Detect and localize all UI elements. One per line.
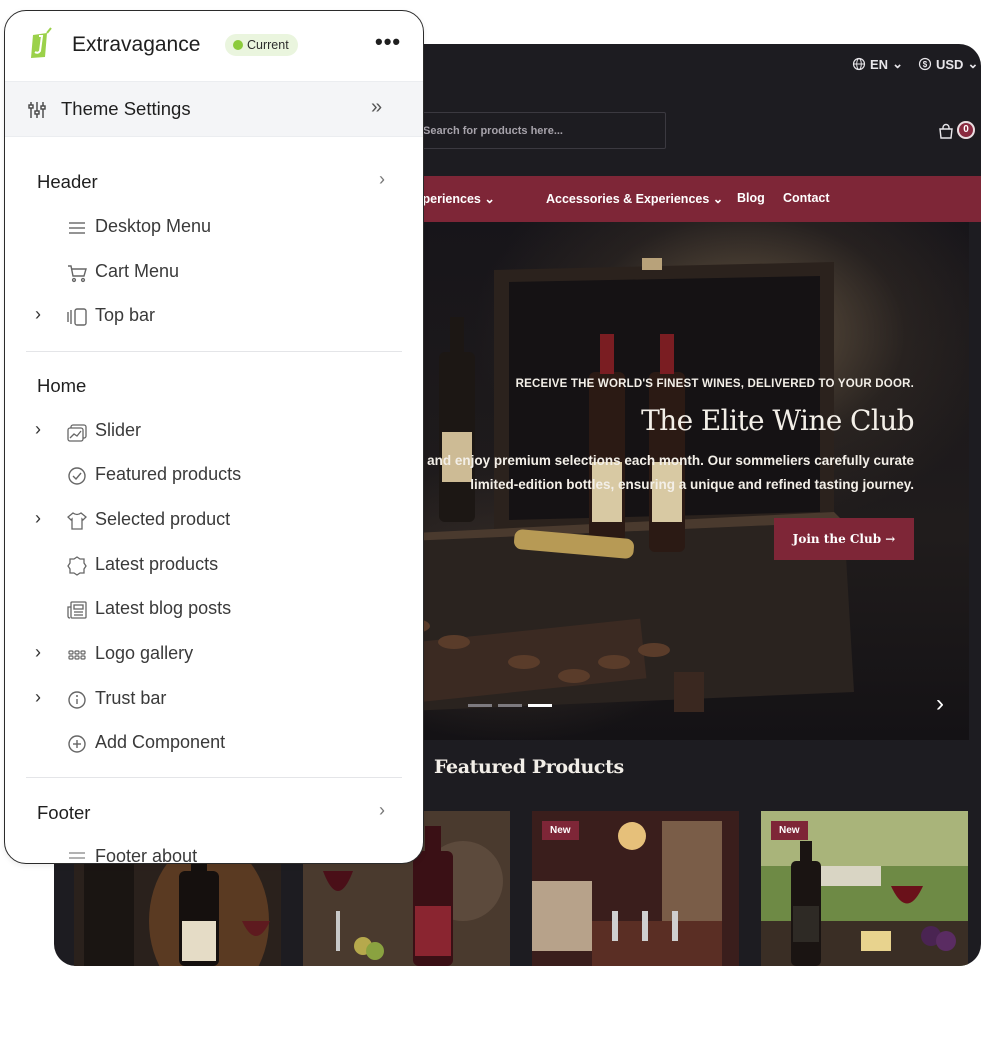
- slider-dots: [468, 704, 552, 707]
- menu-item-latest-products[interactable]: Latest products: [5, 545, 423, 585]
- menu-item-label: Trust bar: [95, 688, 167, 708]
- nav-item-blog[interactable]: Blog: [737, 191, 765, 205]
- menu-item-trust-bar[interactable]: › Trust bar: [5, 679, 423, 719]
- expand-chevron-icon[interactable]: ›: [35, 419, 51, 440]
- theme-settings-bar[interactable]: Theme Settings »: [5, 81, 423, 137]
- slider-dot-active[interactable]: [528, 704, 552, 707]
- expand-chevron-icon[interactable]: ›: [35, 642, 51, 663]
- section-header-title[interactable]: Header: [37, 171, 98, 193]
- slider-dot[interactable]: [498, 704, 522, 707]
- language-label: EN: [870, 56, 889, 72]
- menu-item-label: Selected product: [95, 509, 231, 529]
- add-component-button[interactable]: Add Component: [5, 723, 423, 763]
- menu-item-selected-product[interactable]: › Selected product: [5, 500, 423, 540]
- menu-item-featured-products[interactable]: Featured products: [5, 455, 423, 495]
- cart-icon: [68, 265, 87, 283]
- theme-settings-label: Theme Settings: [61, 98, 191, 119]
- svg-text:$: $: [923, 60, 928, 69]
- chevron-right-icon[interactable]: ›: [379, 800, 385, 821]
- hero-description: Join and enjoy premium selections each m…: [354, 449, 914, 497]
- menu-item-footer-about[interactable]: Footer about: [5, 837, 423, 864]
- nav-item-contact[interactable]: Contact: [783, 191, 830, 205]
- grid-icon: [68, 650, 86, 660]
- hero-description-line-1: Join and enjoy premium selections each m…: [395, 453, 914, 468]
- menu-item-label: Latest products: [95, 554, 219, 574]
- chevron-right-icon[interactable]: ›: [936, 690, 944, 718]
- newspaper-icon: [67, 601, 87, 619]
- expand-chevron-icon[interactable]: ›: [35, 687, 51, 708]
- panel-header: Extravagance Current •••: [5, 11, 423, 81]
- menu-item-label: Top bar: [95, 305, 156, 325]
- double-chevron-right-icon[interactable]: »: [371, 96, 382, 119]
- hero-description-line-2: limited-edition bottles, ensuring a uniq…: [470, 477, 914, 492]
- menu-item-label: Logo gallery: [95, 643, 194, 663]
- shirt-icon: [67, 512, 87, 530]
- menu-icon: [69, 852, 85, 859]
- menu-item-slider[interactable]: › Slider: [5, 411, 423, 451]
- join-club-button[interactable]: Join the Club →: [774, 518, 914, 560]
- section-footer-title[interactable]: Footer: [37, 802, 90, 824]
- menu-icon: [69, 222, 85, 234]
- chevron-right-icon[interactable]: ›: [379, 169, 385, 190]
- app-name: Extravagance: [72, 33, 201, 56]
- sliders-icon: [28, 102, 46, 118]
- menu-item-top-bar[interactable]: › Top bar: [5, 296, 423, 336]
- divider: [26, 351, 402, 352]
- menu-item-label: Featured products: [95, 464, 242, 484]
- currency-label: USD: [936, 56, 964, 72]
- menu-item-desktop-menu[interactable]: Desktop Menu: [5, 207, 423, 247]
- image-icon: [67, 424, 87, 442]
- product-card[interactable]: New: [761, 811, 968, 966]
- currency-selector[interactable]: $ USD ⌄: [918, 56, 978, 72]
- divider: [26, 777, 402, 778]
- new-badge: New: [542, 821, 579, 840]
- more-options-icon[interactable]: •••: [375, 29, 401, 55]
- badge-icon: [67, 556, 87, 576]
- expand-chevron-icon[interactable]: ›: [35, 508, 51, 529]
- cart-button[interactable]: 0: [937, 121, 977, 143]
- info-icon: [68, 691, 86, 709]
- menu-item-label: Add Component: [95, 732, 226, 752]
- check-circle-icon: [68, 467, 86, 485]
- menu-item-logo-gallery[interactable]: › Logo gallery: [5, 634, 423, 674]
- language-selector[interactable]: EN ⌄: [852, 56, 903, 72]
- section-home-title[interactable]: Home: [37, 375, 86, 397]
- expand-chevron-icon[interactable]: ›: [35, 304, 51, 325]
- menu-item-label: Cart Menu: [95, 261, 180, 281]
- slider-dot[interactable]: [468, 704, 492, 707]
- menu-item-label: Slider: [95, 420, 142, 440]
- menu-item-cart-menu[interactable]: Cart Menu: [5, 252, 423, 292]
- chevron-down-icon: ⌄: [967, 56, 979, 71]
- hero-kicker: RECEIVE THE WORLD'S FINEST WINES, DELIVE…: [515, 378, 914, 390]
- theme-editor-panel: Extravagance Current ••• Theme Settings …: [4, 10, 424, 864]
- globe-icon: [852, 57, 866, 71]
- menu-item-label: Latest blog posts: [95, 598, 232, 618]
- top-bar-icon: [67, 308, 87, 326]
- status-badge: Current: [225, 34, 298, 56]
- app-logo-icon: [31, 27, 52, 58]
- nav-item-accessories[interactable]: Accessories & Experiences ⌄: [546, 191, 723, 206]
- hero-title: The Elite Wine Club: [641, 404, 915, 437]
- featured-products-title: Featured Products: [434, 756, 624, 778]
- currency-icon: $: [918, 57, 932, 71]
- menu-item-label: Desktop Menu: [95, 216, 212, 236]
- menu-item-latest-blog-posts[interactable]: Latest blog posts: [5, 589, 423, 629]
- plus-circle-icon: [68, 735, 86, 753]
- search-input[interactable]: Search for products here...: [384, 112, 666, 149]
- chevron-down-icon: ⌄: [892, 56, 903, 71]
- menu-item-label: Footer about: [95, 846, 198, 864]
- new-badge: New: [771, 821, 808, 840]
- cart-icon: [939, 123, 953, 139]
- product-card[interactable]: New: [532, 811, 739, 966]
- cart-count-badge: 0: [957, 121, 975, 139]
